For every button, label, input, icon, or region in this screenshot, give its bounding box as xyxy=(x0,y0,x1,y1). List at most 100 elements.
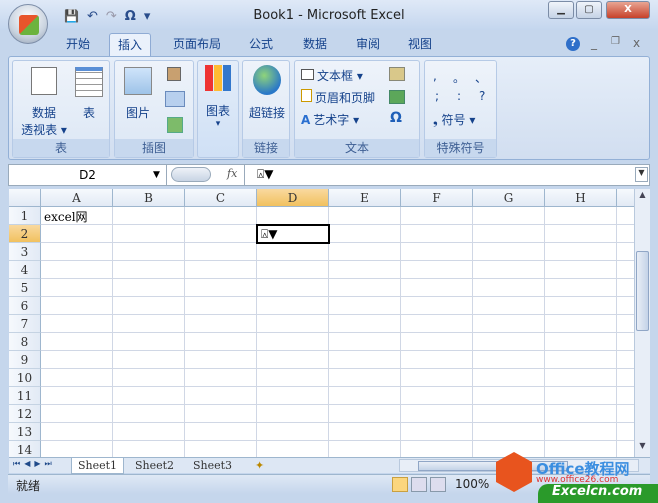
worksheet-grid[interactable]: ABCDEFGH 1 2 3 4 5 6 7 8 9 10 11 12 13 14 excel网 ⍓▼ xyxy=(9,189,634,457)
grid-line xyxy=(41,278,634,279)
vertical-scroll-thumb[interactable] xyxy=(636,251,649,331)
row-header-13[interactable]: 13 xyxy=(9,423,41,441)
picture-button[interactable]: 图片 xyxy=(121,67,155,121)
tab-review[interactable]: 审阅 xyxy=(348,33,388,56)
symbol-colon[interactable]: : xyxy=(457,89,461,103)
office-button[interactable] xyxy=(8,4,48,44)
grid-line xyxy=(41,242,634,243)
insert-function-icon[interactable]: fx xyxy=(227,167,237,180)
vertical-scrollbar[interactable]: ▲ ▼ xyxy=(634,189,650,457)
symbol-pause[interactable]: 、 xyxy=(475,69,487,86)
column-header-D[interactable]: D xyxy=(257,189,329,207)
zoom-level[interactable]: 100% xyxy=(455,477,489,491)
wordart-label: 艺术字 ▾ xyxy=(313,113,360,127)
tab-home[interactable]: 开始 xyxy=(58,33,98,56)
office-logo-icon xyxy=(19,15,39,35)
cell-D2-selected[interactable]: ⍓▼ xyxy=(256,224,330,244)
signature-line-icon[interactable] xyxy=(389,67,405,81)
page-break-view-icon[interactable] xyxy=(430,477,446,492)
minimize-button[interactable]: ▁ xyxy=(548,1,574,19)
picture-label: 图片 xyxy=(125,106,150,120)
grid-line xyxy=(41,296,634,297)
row-header-5[interactable]: 5 xyxy=(9,279,41,297)
row-header-7[interactable]: 7 xyxy=(9,315,41,333)
textbox-label: 文本框 ▾ xyxy=(317,69,363,83)
symbol-menu-button[interactable]: ❟ 符号 ▾ xyxy=(433,111,475,128)
cell-A1[interactable]: excel网 xyxy=(44,208,88,225)
symbol-omega-button[interactable]: Ω xyxy=(390,110,402,126)
row-header-4[interactable]: 4 xyxy=(9,261,41,279)
formula-bar: D2 ▼ fx ⍓▼ ▼ xyxy=(8,164,650,186)
chart-button[interactable]: 图表 ▾ xyxy=(201,65,235,129)
textbox-button[interactable]: 文本框 ▾ xyxy=(301,67,363,84)
tab-insert[interactable]: 插入 xyxy=(109,33,152,56)
symbol-period[interactable]: 。 xyxy=(453,69,465,86)
tab-page-layout[interactable]: 页面布局 xyxy=(165,33,229,56)
object-icon[interactable] xyxy=(389,90,405,104)
maximize-button[interactable]: ▢ xyxy=(576,1,602,19)
row-header-12[interactable]: 12 xyxy=(9,405,41,423)
close-workbook-icon[interactable]: x xyxy=(633,36,640,50)
expand-formula-bar-icon[interactable]: ▼ xyxy=(635,167,648,182)
grid-line xyxy=(41,404,634,405)
grid-line xyxy=(41,224,634,225)
column-header-A[interactable]: A xyxy=(41,189,113,207)
tab-view[interactable]: 视图 xyxy=(400,33,440,56)
formula-bar-splitter[interactable] xyxy=(171,167,211,182)
clip-art-icon[interactable] xyxy=(167,67,181,81)
symbol-comma[interactable]: , xyxy=(433,69,437,83)
column-header-G[interactable]: G xyxy=(473,189,545,207)
tab-data[interactable]: 数据 xyxy=(295,33,335,56)
shapes-icon[interactable] xyxy=(165,91,185,107)
row-header-9[interactable]: 9 xyxy=(9,351,41,369)
row-header-2[interactable]: 2 xyxy=(9,225,41,243)
row-header-10[interactable]: 10 xyxy=(9,369,41,387)
row-header-11[interactable]: 11 xyxy=(9,387,41,405)
insert-sheet-icon[interactable]: ✦ xyxy=(249,458,270,474)
table-button[interactable]: 表 xyxy=(71,67,107,121)
column-header-B[interactable]: B xyxy=(113,189,185,207)
row-header-1[interactable]: 1 xyxy=(9,207,41,225)
grid-line xyxy=(41,440,634,441)
name-box[interactable]: D2 ▼ xyxy=(9,165,167,185)
formula-input[interactable]: ⍓▼ xyxy=(257,167,273,182)
chart-dropdown-icon: ▾ xyxy=(215,119,221,129)
wordart-button[interactable]: A 艺术字 ▾ xyxy=(301,111,359,128)
sheet-tab-3[interactable]: Sheet3 xyxy=(187,458,238,474)
symbol-semicolon[interactable]: ; xyxy=(435,89,439,103)
grid-line xyxy=(41,332,634,333)
sheet-tab-2[interactable]: Sheet2 xyxy=(129,458,180,474)
smartart-icon[interactable] xyxy=(167,117,183,133)
scroll-down-icon[interactable]: ▼ xyxy=(636,441,649,455)
grid-line xyxy=(41,422,634,423)
column-header-C[interactable]: C xyxy=(185,189,257,207)
group-label-special-symbols: 特殊符号 xyxy=(425,139,496,157)
row-header-14[interactable]: 14 xyxy=(9,441,41,457)
tab-formulas[interactable]: 公式 xyxy=(241,33,281,56)
row-header-6[interactable]: 6 xyxy=(9,297,41,315)
help-icon[interactable]: ? xyxy=(566,37,580,51)
sheet-nav-buttons[interactable]: ⏮◀▶⏭ xyxy=(13,459,56,469)
group-tables: 数据 透视表 ▾ 表 表 xyxy=(12,60,110,158)
scroll-up-icon[interactable]: ▲ xyxy=(636,190,649,204)
page-layout-view-icon[interactable] xyxy=(411,477,427,492)
column-header-partial[interactable] xyxy=(617,189,634,207)
close-button[interactable]: X xyxy=(606,1,650,19)
normal-view-icon[interactable] xyxy=(392,477,408,492)
minimize-workbook-icon[interactable]: _ xyxy=(591,36,597,50)
row-header-3[interactable]: 3 xyxy=(9,243,41,261)
ribbon-tabs: 开始 插入 页面布局 公式 数据 审阅 视图 ? _ ❐ x xyxy=(0,30,658,56)
row-header-8[interactable]: 8 xyxy=(9,333,41,351)
sheet-tab-1[interactable]: Sheet1 xyxy=(71,458,125,474)
pivot-table-button[interactable]: 数据 透视表 ▾ xyxy=(19,67,69,138)
header-footer-button[interactable]: 页眉和页脚 xyxy=(301,89,375,106)
restore-workbook-icon[interactable]: ❐ xyxy=(611,36,620,47)
name-box-dropdown-icon[interactable]: ▼ xyxy=(153,165,160,185)
column-header-H[interactable]: H xyxy=(545,189,617,207)
column-header-F[interactable]: F xyxy=(401,189,473,207)
column-header-E[interactable]: E xyxy=(329,189,401,207)
header-footer-icon xyxy=(301,89,312,102)
select-all-corner[interactable] xyxy=(9,189,41,207)
symbol-question[interactable]: ? xyxy=(479,89,485,103)
hyperlink-button[interactable]: 超链接 xyxy=(246,65,288,121)
